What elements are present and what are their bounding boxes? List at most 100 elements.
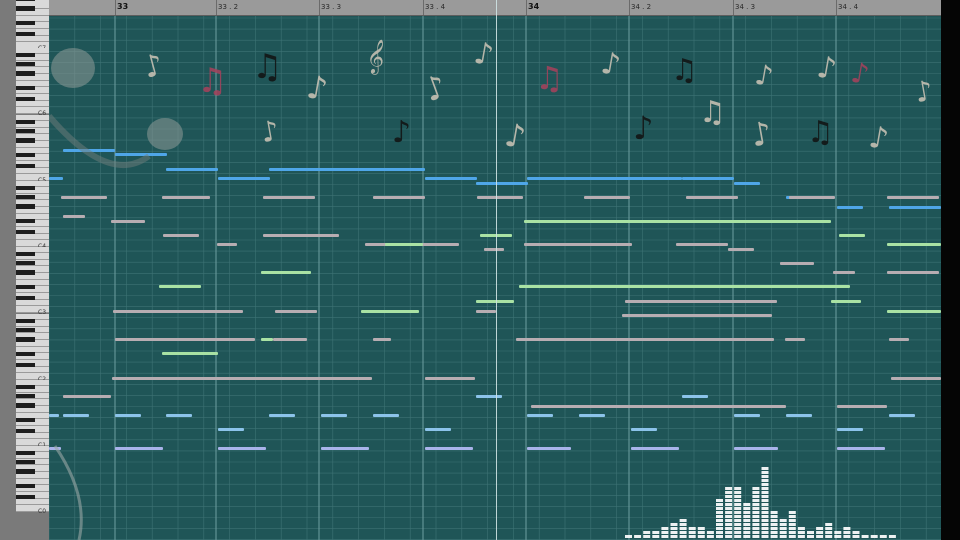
spectrum-bar-segment	[761, 531, 769, 534]
ruler-tick	[319, 0, 320, 15]
spectrum-bar-segment	[716, 531, 723, 534]
spectrum-bar-segment	[643, 535, 651, 538]
spectrum-bar-segment	[779, 523, 787, 526]
spectrum-bar-segment	[788, 515, 796, 518]
spectrum-bar-segment	[706, 531, 714, 534]
black-key[interactable]	[16, 484, 35, 489]
piano-keyboard[interactable]: C7C6C5C4C3C2C1C0	[0, 0, 49, 540]
note-grid[interactable]: ♪ ♫ ♫ ♪ ♪ 𝄞 ♪ ♪ ♪ ♪ ♫ ♪ ♪ ♫ ♫ ♪ ♪ ♫ ♪ ♪ ♪ ♪	[49, 16, 941, 540]
spectrum-bar-segment	[761, 475, 769, 478]
spectrum-bar-segment	[725, 499, 733, 502]
spectrum-bar-segment	[716, 535, 723, 538]
spectrum-bar-segment	[816, 535, 824, 538]
timeline-ruler[interactable]: 33 33 . 2 33 . 3 33 . 4 34 34 . 2 34 . 3 34 . 4	[49, 0, 941, 16]
black-key[interactable]	[16, 71, 35, 76]
black-key[interactable]	[16, 362, 35, 367]
spectrum-bar-segment	[734, 511, 742, 514]
playhead[interactable]	[496, 0, 497, 540]
spectrum-bar-segment	[752, 515, 760, 518]
black-key[interactable]	[16, 494, 35, 499]
spectrum-bar-segment	[734, 531, 742, 534]
spectrum-bar-segment	[788, 511, 796, 514]
spectrum-bar-segment	[734, 527, 742, 530]
ruler-beat-label: 34 . 3	[735, 3, 756, 11]
black-key[interactable]	[16, 251, 35, 256]
spectrum-bar-segment	[770, 515, 778, 518]
spectrum-bar-segment	[670, 527, 678, 530]
black-key[interactable]	[16, 0, 35, 2]
black-key[interactable]	[16, 6, 35, 11]
black-key[interactable]	[16, 384, 35, 389]
spectrum-bar-segment	[797, 527, 805, 530]
spectrum-bar-segment	[725, 535, 733, 538]
spectrum-bar-segment	[679, 523, 687, 526]
spectrum-bar-segment	[779, 535, 787, 538]
spectrum-bar-segment	[725, 515, 733, 518]
spectrum-bar-segment	[870, 535, 878, 538]
spectrum-bar-segment	[779, 531, 787, 534]
black-key[interactable]	[16, 86, 35, 91]
ruler-beat-label: 33 . 3	[321, 3, 342, 11]
black-key[interactable]	[16, 450, 35, 455]
black-key[interactable]	[16, 52, 35, 57]
spectrum-bar-segment	[688, 535, 696, 538]
spectrum-bar-segment	[688, 527, 696, 530]
spectrum-bar-segment	[852, 531, 860, 534]
spectrum-bar-segment	[734, 487, 742, 490]
spectrum-bar-segment	[843, 527, 851, 530]
black-key[interactable]	[16, 229, 35, 234]
black-key[interactable]	[16, 352, 35, 357]
black-key[interactable]	[16, 219, 35, 224]
black-key[interactable]	[16, 31, 35, 36]
spectrum-bar-segment	[816, 531, 824, 534]
spectrum-bar-segment	[725, 519, 733, 522]
spectrum-bar-segment	[752, 507, 760, 510]
black-key[interactable]	[16, 270, 35, 275]
black-key[interactable]	[16, 261, 35, 266]
octave-label: C0	[38, 508, 47, 515]
spectrum-bar-segment	[734, 495, 742, 498]
spectrum-bar-segment	[734, 499, 742, 502]
black-key[interactable]	[16, 418, 35, 423]
black-key[interactable]	[16, 163, 35, 168]
black-key[interactable]	[16, 460, 35, 465]
spectrum-bar-segment	[788, 519, 796, 522]
black-key[interactable]	[16, 394, 35, 399]
black-key[interactable]	[16, 337, 35, 342]
spectrum-bar-segment	[852, 535, 860, 538]
black-key[interactable]	[16, 138, 35, 143]
black-key[interactable]	[16, 195, 35, 200]
black-key[interactable]	[16, 153, 35, 158]
black-key[interactable]	[16, 185, 35, 190]
black-key[interactable]	[16, 62, 35, 67]
spectrum-bar-segment	[825, 535, 833, 538]
spectrum-bar-segment	[661, 535, 669, 538]
spectrum-bar-segment	[888, 535, 896, 538]
spectrum-bar-segment	[752, 535, 760, 538]
spectrum-bar-segment	[807, 535, 814, 538]
black-key[interactable]	[16, 204, 35, 209]
spectrum-bar-segment	[770, 527, 778, 530]
spectrum-bar-segment	[825, 523, 833, 526]
spectrum-bar-segment	[797, 531, 805, 534]
spectrum-bar-segment	[761, 479, 769, 482]
spectrum-bar-segment	[679, 531, 687, 534]
black-key[interactable]	[16, 119, 35, 124]
black-key[interactable]	[16, 21, 35, 26]
black-key[interactable]	[16, 428, 35, 433]
black-key[interactable]	[16, 469, 35, 474]
spectrum-bar-segment	[770, 531, 778, 534]
spectrum-bar-segment	[879, 535, 887, 538]
black-key[interactable]	[16, 295, 35, 300]
spectrum-bar-segment	[770, 519, 778, 522]
black-key[interactable]	[16, 129, 35, 134]
black-key[interactable]	[16, 318, 35, 323]
spectrum-bar-segment	[725, 523, 733, 526]
black-key[interactable]	[16, 403, 35, 408]
black-key[interactable]	[16, 328, 35, 333]
spectrum-bar-segment	[825, 527, 833, 530]
spectrum-bar-segment	[761, 523, 769, 526]
spectrum-bar-segment	[716, 503, 723, 506]
black-key[interactable]	[16, 285, 35, 290]
black-key[interactable]	[16, 96, 35, 101]
